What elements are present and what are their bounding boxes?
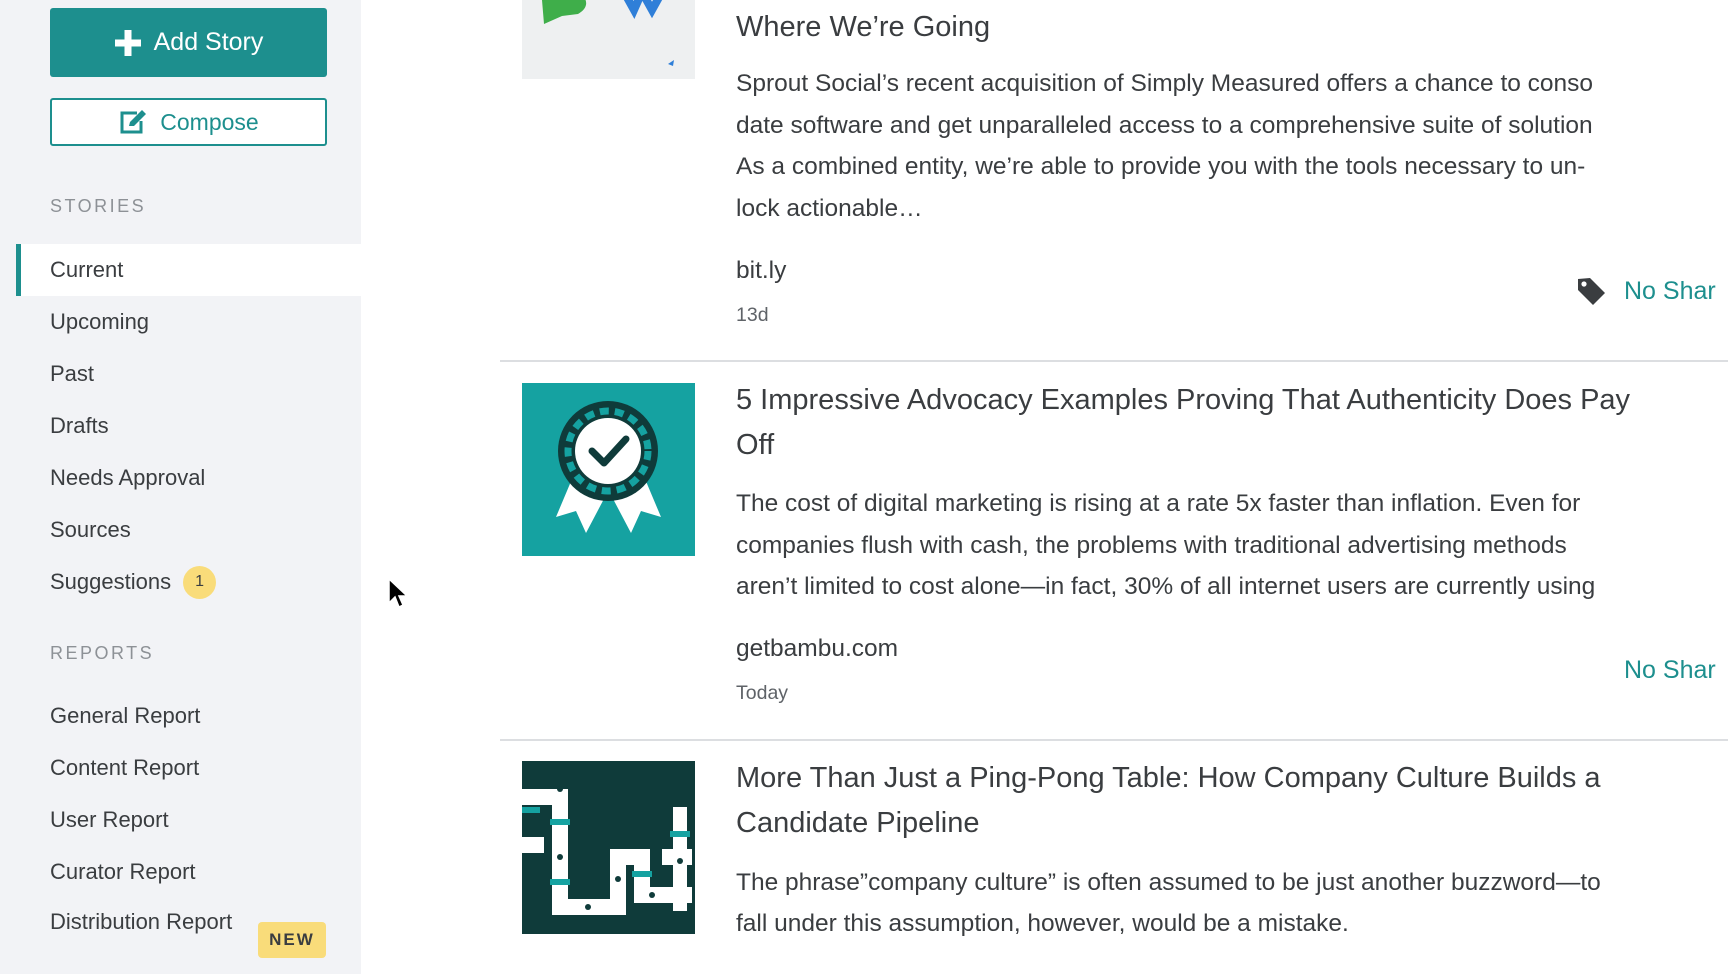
nav-label: General Report: [50, 703, 201, 728]
nav-label: Past: [50, 361, 95, 386]
add-story-label: Add Story: [153, 28, 264, 56]
nav-suggestions[interactable]: Suggestions 1: [16, 556, 361, 608]
story-thumbnail[interactable]: [522, 383, 695, 556]
nav-sources[interactable]: Sources: [16, 504, 361, 556]
share-status[interactable]: No Shar: [1624, 656, 1716, 685]
mouse-cursor-icon: [388, 578, 409, 609]
share-status-label: No Shar: [1624, 276, 1716, 305]
story-excerpt-line: Sprout Social’s recent acquisition of Si…: [736, 70, 1594, 97]
nav-current[interactable]: Current: [16, 244, 361, 296]
story-thumbnail[interactable]: [522, 0, 695, 79]
story-time: Today: [736, 682, 789, 704]
story-title[interactable]: More Than Just a Ping-Pong Table: How Co…: [736, 756, 1601, 801]
add-story-button[interactable]: Add Story: [50, 8, 327, 77]
story-title[interactable]: Off: [736, 423, 774, 468]
story-excerpt-line: date software and get unparalleled acces…: [736, 112, 1593, 139]
nav-distribution-report[interactable]: Distribution Report: [50, 904, 250, 939]
story-thumbnail-graphic: [542, 0, 674, 66]
share-status[interactable]: No Shar: [1576, 276, 1716, 306]
story-excerpt-line: lock actionable…: [736, 195, 923, 222]
nav-label: Sources: [50, 517, 131, 542]
share-status-label: No Shar: [1624, 656, 1716, 684]
nav-needs-approval[interactable]: Needs Approval: [16, 452, 361, 504]
story-excerpt-line: As a combined entity, we’re able to prov…: [736, 153, 1586, 180]
story-card: More Than Just a Ping-Pong Table: How Co…: [500, 741, 1728, 974]
suggestions-count-badge: 1: [183, 565, 217, 599]
pipeline-icon: [522, 786, 692, 915]
story-excerpt-line: The cost of digital marketing is rising …: [736, 490, 1581, 517]
story-title[interactable]: 5 Impressive Advocacy Examples Proving T…: [736, 378, 1630, 423]
story-excerpt-line: companies flush with cash, the problems …: [736, 532, 1567, 559]
compose-button[interactable]: Compose: [50, 98, 327, 146]
compose-label: Compose: [160, 108, 259, 135]
nav-content-report[interactable]: Content Report: [16, 742, 361, 794]
nav-label: Content Report: [50, 755, 200, 780]
story-source[interactable]: bit.ly: [736, 257, 786, 285]
plus-icon: [114, 29, 141, 56]
story-time: 13d: [736, 304, 769, 326]
nav-upcoming[interactable]: Upcoming: [16, 296, 361, 348]
story-card: 5 Impressive Advocacy Examples Proving T…: [500, 362, 1728, 739]
nav-label: Current: [50, 257, 124, 282]
tag-icon: [1578, 278, 1605, 305]
stories-heading: STORIES: [50, 196, 147, 216]
nav-user-report[interactable]: User Report: [16, 794, 361, 846]
nav-drafts[interactable]: Drafts: [16, 400, 361, 452]
story-source[interactable]: getbambu.com: [736, 635, 898, 663]
nav-curator-report[interactable]: Curator Report: [16, 846, 361, 898]
story-title[interactable]: Candidate Pipeline: [736, 801, 979, 846]
story-excerpt-line: The phrase”company culture” is often ass…: [736, 869, 1601, 896]
award-ribbon-icon: [556, 401, 661, 533]
story-excerpt-line: aren’t limited to cost alone—in fact, 30…: [736, 573, 1596, 600]
story-card: Where We’re Going Sprout Social’s recent…: [500, 0, 1728, 360]
nav-label: Curator Report: [50, 859, 196, 884]
nav-label: Drafts: [50, 413, 109, 438]
sidebar: Add Story Compose STORIES Current Upcomi…: [0, 0, 361, 974]
story-thumbnail[interactable]: [522, 761, 695, 934]
nav-label: Upcoming: [50, 309, 150, 334]
nav-general-report[interactable]: General Report: [16, 690, 361, 742]
story-title[interactable]: Where We’re Going: [736, 5, 990, 50]
nav-label: User Report: [50, 807, 169, 832]
nav-past[interactable]: Past: [16, 348, 361, 400]
story-excerpt-line: fall under this assumption, however, wou…: [736, 910, 1349, 937]
edit-icon: [120, 110, 147, 134]
new-badge: NEW: [258, 922, 326, 958]
nav-label: Needs Approval: [50, 465, 206, 490]
nav-label: Suggestions: [50, 569, 172, 594]
reports-heading: REPORTS: [50, 643, 155, 663]
